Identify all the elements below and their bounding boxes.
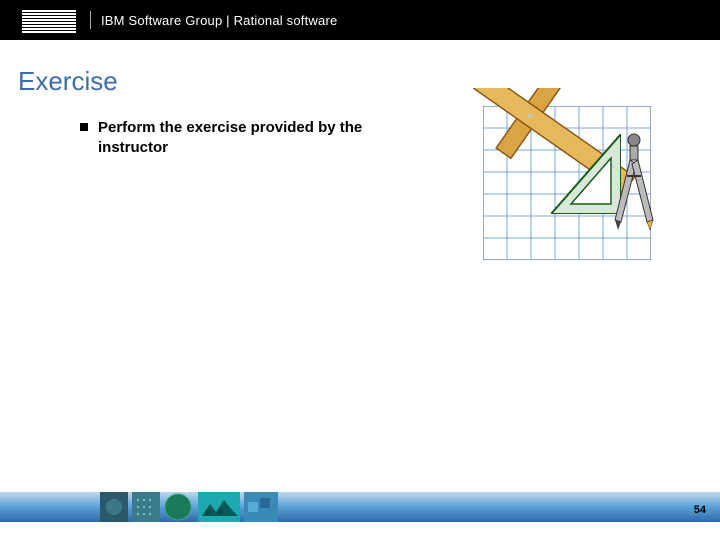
header-divider [90,11,91,29]
bullet-text: Perform the exercise provided by the ins… [98,118,410,159]
content-area: Perform the exercise provided by the ins… [80,118,410,159]
footer-decorative-images [100,492,340,522]
bullet-item: Perform the exercise provided by the ins… [80,118,410,159]
header-bar: IBM Software Group | Rational software [0,0,720,40]
drafting-tools-illustration [455,78,665,263]
page-number: 54 [694,504,706,516]
footer-band [0,492,720,522]
ibm-logo-icon [22,8,76,33]
slide: IBM Software Group | Rational software E… [0,0,720,540]
compass-icon [605,130,663,235]
bullet-marker-icon [80,123,88,131]
slide-title: Exercise [18,66,118,97]
header-title: IBM Software Group | Rational software [101,13,337,28]
